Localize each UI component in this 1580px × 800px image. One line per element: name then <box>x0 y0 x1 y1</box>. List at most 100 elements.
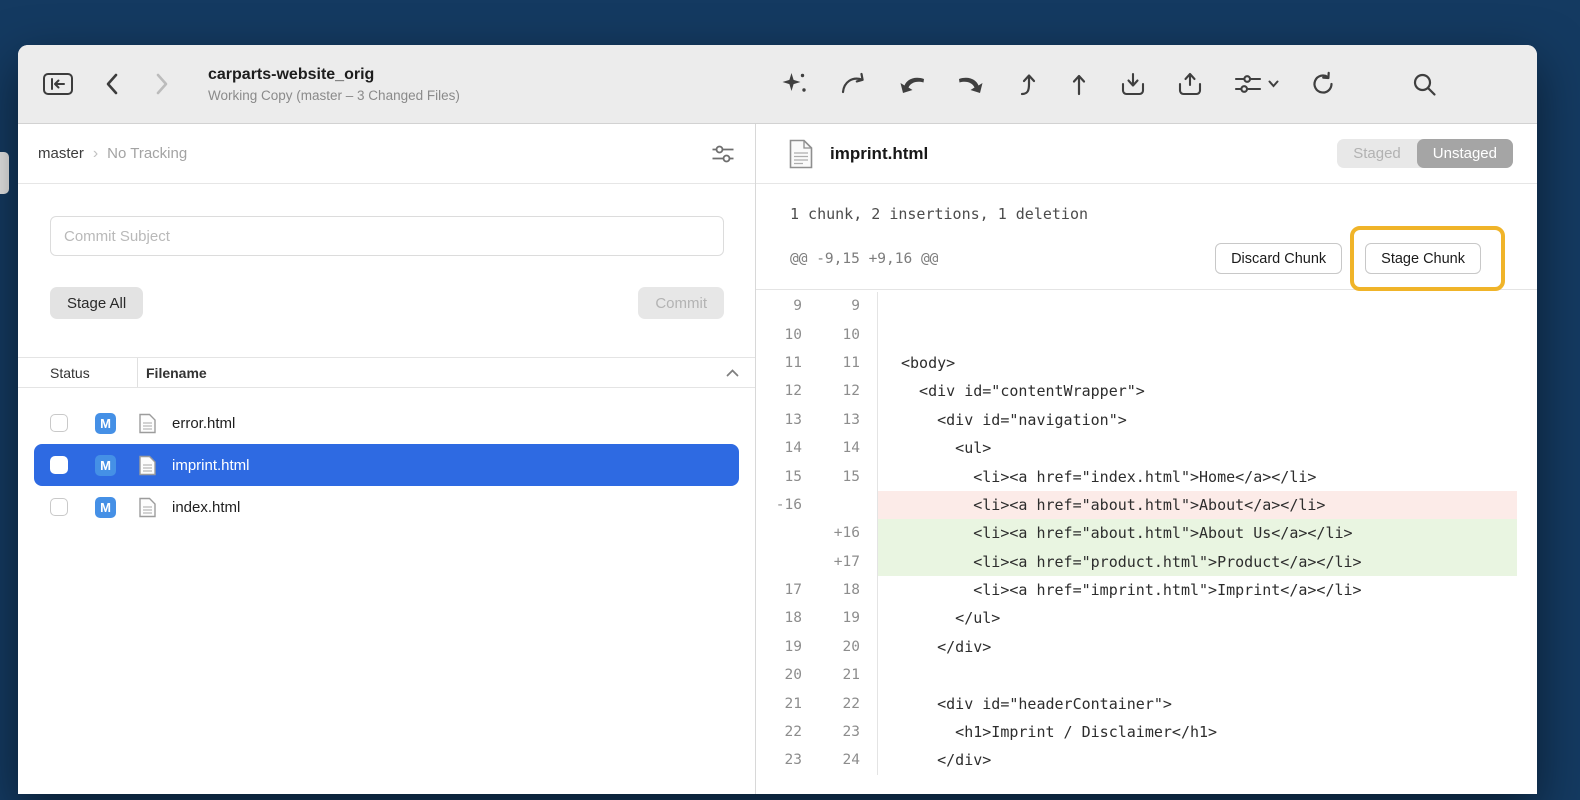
diff-line[interactable]: 20 21 <box>756 661 1537 689</box>
toolbar: carparts-website_orig Working Copy (mast… <box>18 45 1537 124</box>
diff-line[interactable]: +17 <li><a href="product.html">Product</… <box>756 548 1537 576</box>
main-content: master › No Tracking Stage All Commit <box>18 124 1537 794</box>
gutter-divider <box>860 633 878 661</box>
diff-line[interactable]: 21 22 <div id="headerContainer"> <box>756 689 1537 717</box>
tray-arrow-up-icon[interactable] <box>1177 71 1203 97</box>
stage-all-button[interactable]: Stage All <box>50 287 143 319</box>
filename-column-header[interactable]: Filename <box>137 358 726 387</box>
gutter-divider <box>860 661 878 689</box>
push-icon[interactable] <box>957 71 985 97</box>
file-icon <box>139 455 156 476</box>
tab-unstaged[interactable]: Unstaged <box>1417 139 1513 168</box>
diff-line[interactable]: 23 24 </div> <box>756 746 1537 774</box>
diff-line[interactable]: 12 12 <div id="contentWrapper"> <box>756 377 1537 405</box>
forward-icon[interactable] <box>152 70 172 98</box>
file-row[interactable]: M imprint.html <box>34 444 739 486</box>
code-text: <li><a href="imprint.html">Imprint</a></… <box>878 576 1517 604</box>
tab-staged[interactable]: Staged <box>1337 139 1417 168</box>
old-line-number: 14 <box>756 434 802 462</box>
gutter-divider <box>860 462 878 490</box>
refresh-icon[interactable] <box>1310 71 1336 97</box>
new-line-number: 14 <box>802 434 860 462</box>
code-text: <li><a href="product.html">Product</a></… <box>878 548 1517 576</box>
old-line-number: 11 <box>756 349 802 377</box>
code-text <box>878 320 1517 348</box>
file-icon <box>139 497 156 518</box>
diff-file-title: imprint.html <box>830 144 928 164</box>
toolbar-actions <box>780 71 1437 97</box>
old-line-number: 10 <box>756 320 802 348</box>
chunk-header: @@ -9,15 +9,16 @@ Discard Chunk Stage Ch… <box>756 231 1537 290</box>
gutter-divider <box>860 519 878 547</box>
status-column-header[interactable]: Status <box>18 365 137 381</box>
file-name: error.html <box>172 415 235 432</box>
diff-line[interactable]: +16 <li><a href="about.html">About Us</a… <box>756 519 1537 547</box>
stage-checkbox[interactable] <box>50 456 68 474</box>
diff-line[interactable]: 15 15 <li><a href="index.html">Home</a><… <box>756 462 1537 490</box>
sort-chevron-up-icon[interactable] <box>726 369 755 377</box>
code-text: <li><a href="about.html">About</a></li> <box>878 491 1517 519</box>
old-line-number: 15 <box>756 462 802 490</box>
pull-icon[interactable] <box>898 71 926 97</box>
code-text: <h1>Imprint / Disclaimer</h1> <box>878 718 1517 746</box>
tray-arrow-down-icon[interactable] <box>1120 71 1146 97</box>
code-text: </div> <box>878 746 1517 774</box>
new-line-number: 10 <box>802 320 860 348</box>
quick-launch-icon[interactable] <box>780 71 808 97</box>
diff-line[interactable]: 22 23 <h1>Imprint / Disclaimer</h1> <box>756 718 1537 746</box>
commit-button[interactable]: Commit <box>638 287 724 319</box>
arrow-up-hook-icon[interactable] <box>1016 71 1038 97</box>
gutter-divider <box>860 377 878 405</box>
old-line-number: -16 <box>756 491 802 519</box>
chunk-range: @@ -9,15 +9,16 @@ <box>790 251 938 267</box>
file-table-header: Status Filename <box>18 357 755 388</box>
code-text: </div> <box>878 633 1517 661</box>
new-line-number: 13 <box>802 406 860 434</box>
diff-line[interactable]: 10 10 <box>756 320 1537 348</box>
gutter-divider <box>860 576 878 604</box>
arrow-up-icon[interactable] <box>1069 71 1089 97</box>
working-copy-icon[interactable] <box>42 71 74 97</box>
diff-lines: 9 9 10 10 11 11 <body> 12 12 <div id="co… <box>756 290 1537 794</box>
file-row[interactable]: M error.html <box>34 402 739 444</box>
diff-line[interactable]: 9 9 <box>756 292 1537 320</box>
stage-chunk-button[interactable]: Stage Chunk <box>1365 243 1481 274</box>
diff-file-header: imprint.html Staged Unstaged <box>756 124 1537 184</box>
commit-area: Stage All Commit <box>18 184 755 319</box>
gutter-divider <box>860 746 878 774</box>
staged-unstaged-toggle: Staged Unstaged <box>1337 139 1513 168</box>
search-icon[interactable] <box>1411 71 1437 97</box>
breadcrumb-branch[interactable]: master <box>38 145 84 162</box>
diff-line[interactable]: 14 14 <ul> <box>756 434 1537 462</box>
file-name: imprint.html <box>172 457 250 474</box>
commit-panel: master › No Tracking Stage All Commit <box>18 124 756 794</box>
gutter-divider <box>860 434 878 462</box>
old-line-number: 12 <box>756 377 802 405</box>
diff-line[interactable]: 11 11 <body> <box>756 349 1537 377</box>
chevron-down-icon <box>1268 80 1279 88</box>
discard-chunk-button[interactable]: Discard Chunk <box>1215 243 1342 274</box>
diff-line[interactable]: 17 18 <li><a href="imprint.html">Imprint… <box>756 576 1537 604</box>
breadcrumb-tracking[interactable]: No Tracking <box>107 145 187 162</box>
back-icon[interactable] <box>102 70 122 98</box>
diff-line[interactable]: 19 20 </div> <box>756 633 1537 661</box>
old-line-number: 23 <box>756 746 802 774</box>
fetch-icon[interactable] <box>839 71 867 97</box>
new-line-number: 12 <box>802 377 860 405</box>
code-text: <body> <box>878 349 1517 377</box>
code-text <box>878 661 1517 689</box>
file-icon <box>139 413 156 434</box>
commit-subject-input[interactable] <box>50 216 724 256</box>
new-line-number: 9 <box>802 292 860 320</box>
list-options-icon[interactable] <box>711 144 735 164</box>
stage-checkbox[interactable] <box>50 498 68 516</box>
new-line-number: +17 <box>802 548 860 576</box>
diff-line[interactable]: -16 <li><a href="about.html">About</a></… <box>756 491 1537 519</box>
stage-checkbox[interactable] <box>50 414 68 432</box>
diff-line[interactable]: 13 13 <div id="navigation"> <box>756 406 1537 434</box>
new-line-number: +16 <box>802 519 860 547</box>
file-row[interactable]: M index.html <box>34 486 739 528</box>
diff-line[interactable]: 18 19 </ul> <box>756 604 1537 632</box>
old-line-number: 17 <box>756 576 802 604</box>
filter-icon[interactable] <box>1234 72 1279 96</box>
